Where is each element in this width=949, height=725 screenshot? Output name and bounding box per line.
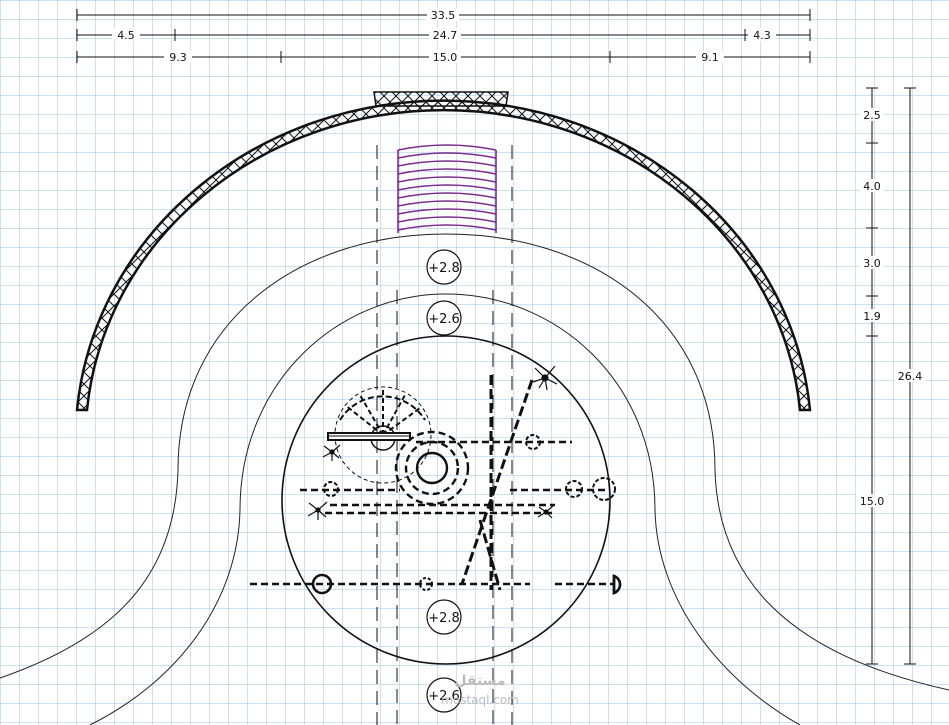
site-plan-drawing: 33.5 4.5 24.7 4.3 9.3 15.0 9.1 2.5 4.0 3…	[0, 0, 949, 725]
watermark-logo: مستقل	[454, 673, 505, 689]
dim-seg-1: 2.5	[863, 109, 881, 122]
level-text: +2.8	[428, 261, 460, 276]
dim-center-zone: 15.0	[433, 51, 458, 64]
dim-right-offset: 4.3	[753, 29, 771, 42]
dim-arc-span: 24.7	[433, 29, 458, 42]
level-text: +2.8	[428, 611, 460, 626]
dim-overall-depth: 26.4	[898, 370, 923, 383]
level-marker: +2.6	[426, 300, 462, 336]
dim-seg-2: 4.0	[863, 180, 881, 193]
level-marker: +2.8	[426, 249, 462, 285]
dim-seg-4: 1.9	[863, 310, 881, 323]
watermark-url: mostaql.com	[441, 693, 519, 707]
dim-left-offset: 4.5	[117, 29, 135, 42]
dim-seg-5: 15.0	[860, 495, 885, 508]
level-text: +2.6	[428, 312, 460, 327]
dim-overall-width: 33.5	[431, 9, 456, 22]
dim-right-zone: 9.1	[701, 51, 719, 64]
dim-left-zone: 9.3	[169, 51, 187, 64]
level-marker: +2.8	[426, 599, 462, 635]
dim-seg-3: 3.0	[863, 257, 881, 270]
